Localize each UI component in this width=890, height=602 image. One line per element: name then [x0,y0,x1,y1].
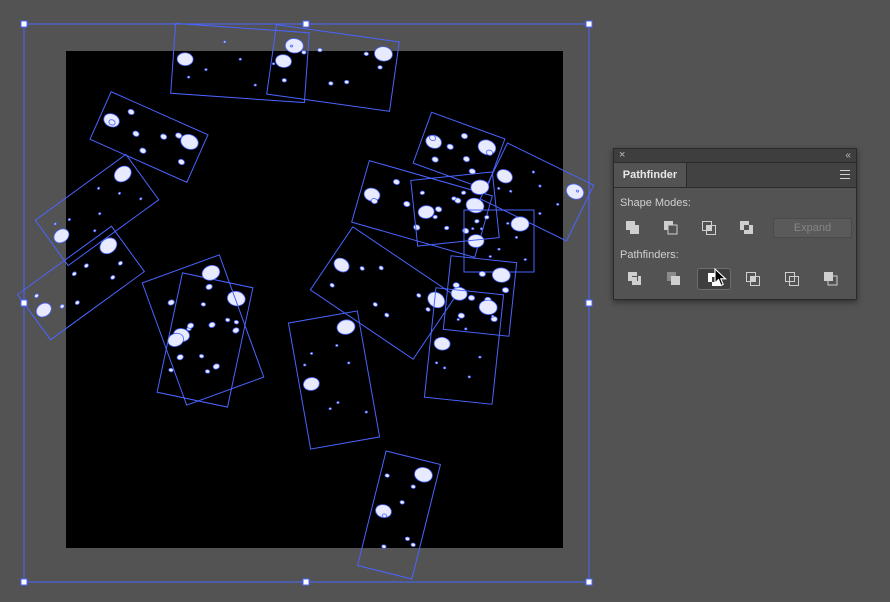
tab-pathfinder[interactable]: Pathfinder [614,163,687,187]
minus-front-button[interactable] [654,217,688,239]
expand-button[interactable]: Expand [773,218,852,238]
shape-modes-label: Shape Modes: [620,197,691,209]
outline-button[interactable] [775,268,809,290]
unite-button[interactable] [616,217,650,239]
selection-handle-mr[interactable] [585,299,593,307]
merge-icon [708,273,721,286]
minus-back-button[interactable] [814,268,848,290]
trim-icon [667,272,680,285]
close-icon[interactable]: × [619,149,625,162]
divide-icon [628,272,641,285]
selection-handle-bl[interactable] [20,578,28,586]
panel-tab-bar: Pathfinder [614,163,856,188]
merge-button[interactable] [697,268,731,290]
artboard-canvas[interactable] [0,0,890,602]
selection-handle-br[interactable] [585,578,593,586]
exclude-icon [740,221,753,234]
exclude-button[interactable] [730,217,764,239]
selection-handle-tl[interactable] [20,20,28,28]
pathfinders-label: Pathfinders: [620,249,679,261]
collapse-icon[interactable]: ‹‹ [845,149,851,162]
trim-button[interactable] [657,268,691,290]
selection-handle-bm[interactable] [302,578,310,586]
divide-button[interactable] [618,268,652,290]
intersect-button[interactable] [692,217,726,239]
pathfinder-panel: × ‹‹ Pathfinder Shape Modes: Expand Path… [613,148,857,300]
hamburger-menu-icon[interactable] [840,170,850,179]
minus-front-icon [664,221,678,235]
selection-handle-ml[interactable] [20,299,28,307]
panel-title-bar[interactable]: × ‹‹ [614,149,856,163]
canvas-workspace[interactable]: × ‹‹ Pathfinder Shape Modes: Expand Path… [0,0,890,602]
unite-icon [626,221,639,234]
crop-icon [746,272,760,286]
outline-icon [785,272,799,286]
crop-button[interactable] [736,268,770,290]
minus-back-icon [824,272,838,286]
intersect-icon [702,221,716,235]
selection-handle-tr[interactable] [585,20,593,28]
selection-handle-tm[interactable] [302,20,310,28]
